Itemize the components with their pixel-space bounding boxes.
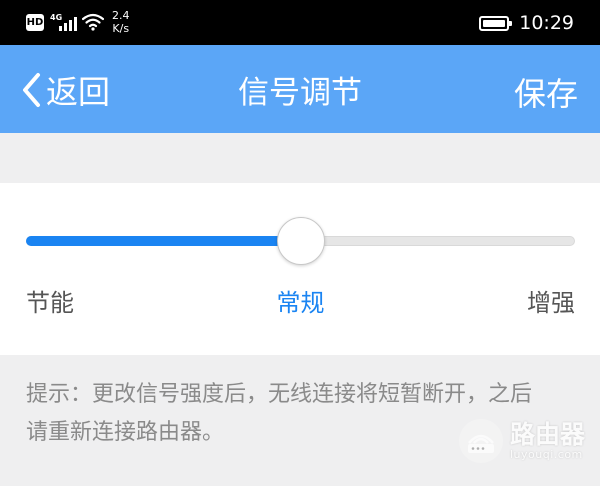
battery-icon (479, 15, 513, 31)
level-normal[interactable]: 常规 (277, 283, 325, 318)
page-title: 信号调节 (238, 75, 362, 111)
signal-strength-slider[interactable] (26, 217, 575, 265)
router-icon (459, 419, 503, 463)
status-bar: HD 4G 2.4 K/s 10:29 (0, 0, 600, 45)
cellular-signal-icon: 4G (50, 12, 77, 32)
watermark-text: 路由器 luyouqi.com (510, 421, 585, 461)
network-speed-unit: K/s (112, 22, 130, 35)
status-bar-right: 10:29 (479, 12, 574, 34)
status-bar-left: HD 4G 2.4 K/s (26, 9, 130, 35)
level-enhanced[interactable]: 增强 (527, 283, 575, 318)
save-button[interactable]: 保存 (514, 69, 578, 115)
level-labels: 节能 常规 增强 (26, 283, 575, 323)
level-power-saving[interactable]: 节能 (26, 283, 74, 318)
hd-icon: HD (26, 13, 44, 31)
title-bar: 返回 信号调节 保存 (0, 45, 600, 133)
wifi-icon (82, 13, 104, 31)
status-time: 10:29 (519, 12, 574, 34)
signal-level-panel: 节能 常规 增强 (0, 183, 600, 355)
watermark: 路由器 luyouqi.com (458, 418, 585, 464)
network-speed-value: 2.4 (112, 9, 130, 22)
slider-thumb[interactable] (276, 217, 325, 265)
network-speed: 2.4 K/s (112, 9, 130, 35)
slider-fill (26, 236, 301, 246)
watermark-title: 路由器 (510, 420, 586, 449)
watermark-url: luyouqi.com (510, 448, 583, 461)
battery-level-fill (483, 19, 506, 27)
